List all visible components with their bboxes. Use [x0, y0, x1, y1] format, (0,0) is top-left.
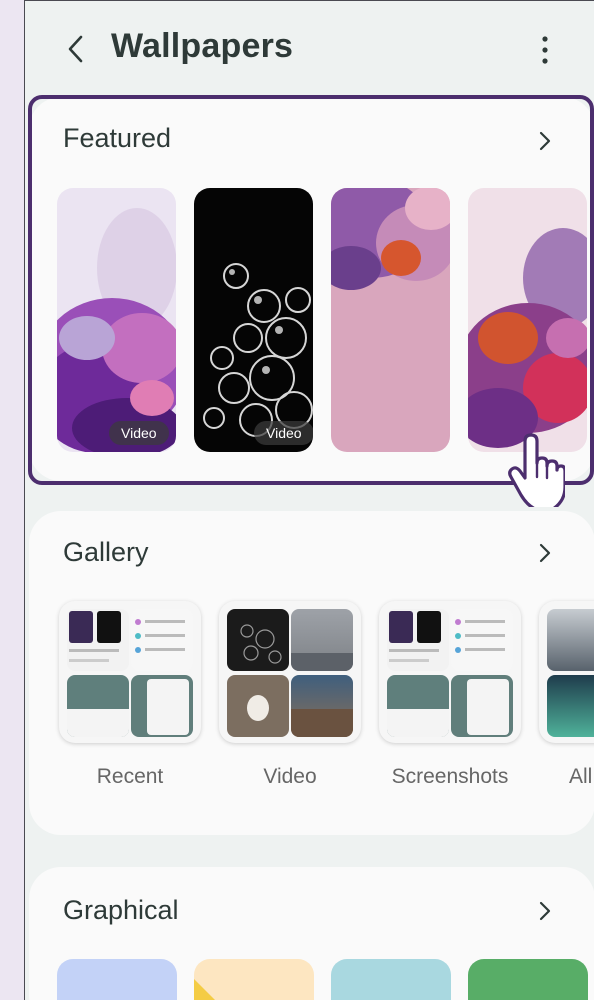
- graphical-wallpaper-1[interactable]: [57, 959, 177, 1000]
- app-bar: Wallpapers: [25, 1, 594, 96]
- more-vertical-icon[interactable]: [531, 33, 559, 67]
- video-thumbnail: [291, 609, 353, 671]
- screenshot-tile: [67, 609, 129, 671]
- featured-title[interactable]: Featured: [63, 123, 171, 154]
- graphical-title[interactable]: Graphical: [63, 895, 179, 926]
- hand-pointer-icon: [505, 433, 567, 511]
- album-label-all: All: [569, 765, 593, 788]
- photo-tile: [547, 609, 594, 671]
- photo-tile: [547, 675, 594, 737]
- featured-chevron-right-icon[interactable]: [535, 129, 555, 153]
- video-thumbnail: [227, 675, 289, 737]
- video-thumbnail: [291, 675, 353, 737]
- album-label-screenshots: Screenshots: [391, 765, 509, 788]
- back-arrow-icon[interactable]: [61, 29, 91, 69]
- screenshot-tile: [451, 675, 513, 737]
- album-screenshots[interactable]: [379, 601, 521, 743]
- graphical-wallpaper-4[interactable]: [468, 959, 588, 1000]
- gallery-chevron-right-icon[interactable]: [535, 541, 555, 565]
- featured-wallpaper-1[interactable]: Video: [57, 188, 176, 452]
- video-badge: Video: [109, 421, 169, 445]
- graphical-chevron-right-icon[interactable]: [535, 899, 555, 923]
- graphical-wallpaper-3[interactable]: [331, 959, 451, 1000]
- album-label-video: Video: [263, 765, 317, 788]
- video-thumbnail: [227, 609, 289, 671]
- album-recent[interactable]: [59, 601, 201, 743]
- featured-wallpaper-2[interactable]: Video: [194, 188, 313, 452]
- screenshot-tile: [131, 609, 193, 671]
- screenshot-tile: [131, 675, 193, 737]
- featured-wallpaper-4[interactable]: [468, 188, 587, 452]
- video-badge: Video: [254, 421, 313, 445]
- album-all[interactable]: [539, 601, 594, 743]
- wallpapers-screen: Wallpapers Featured Video Video Gallery …: [24, 0, 594, 1000]
- screenshot-tile: [67, 675, 129, 737]
- graphical-wallpaper-2[interactable]: [194, 959, 314, 1000]
- screenshot-tile: [451, 609, 513, 671]
- screenshot-tile: [387, 609, 449, 671]
- screenshot-tile: [387, 675, 449, 737]
- gallery-title[interactable]: Gallery: [63, 537, 149, 568]
- featured-wallpaper-3[interactable]: [331, 188, 450, 452]
- page-title: Wallpapers: [111, 27, 294, 65]
- album-label-recent: Recent: [96, 765, 164, 788]
- album-video[interactable]: [219, 601, 361, 743]
